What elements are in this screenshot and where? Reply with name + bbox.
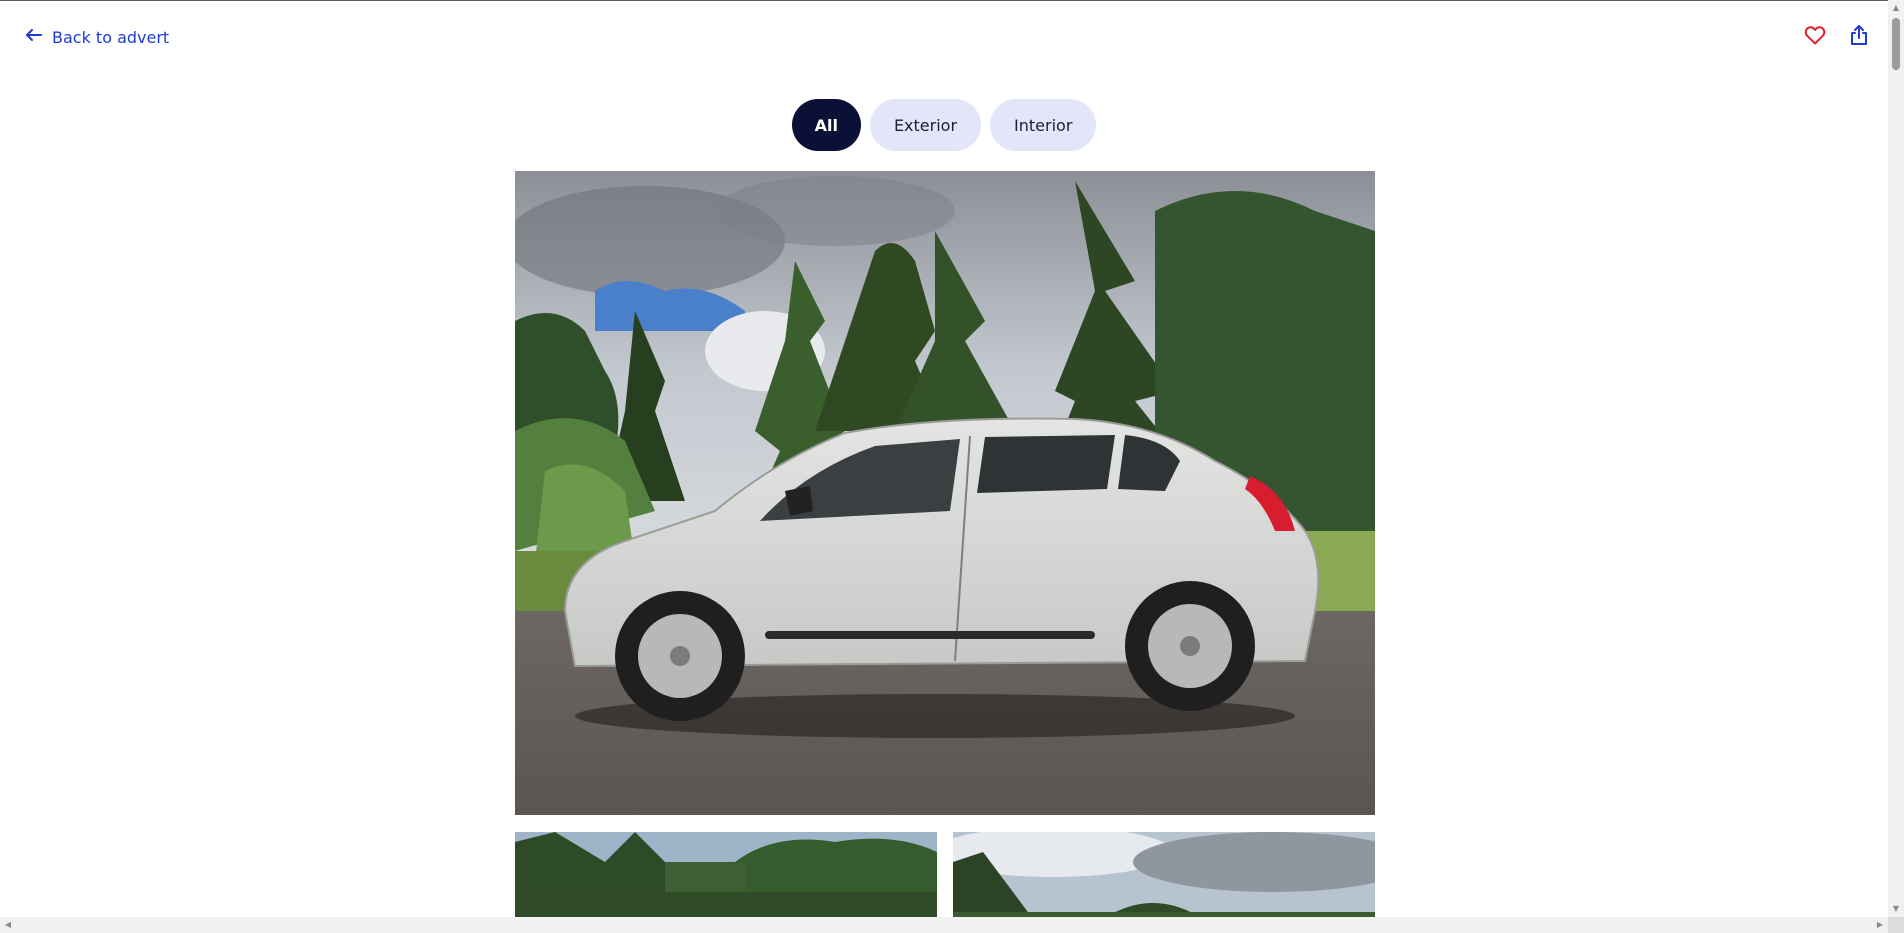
- photo-gallery-page: Back to advert All Exterior Interior ▲ ▼…: [0, 0, 1904, 933]
- main-car-photo[interactable]: [515, 171, 1375, 815]
- share-button[interactable]: [1846, 24, 1872, 50]
- thumbnail-photo-1[interactable]: [515, 832, 937, 919]
- tab-interior[interactable]: Interior: [990, 99, 1097, 151]
- header-actions: [1802, 24, 1872, 50]
- heart-icon: [1803, 23, 1827, 51]
- arrow-left-icon: [24, 25, 44, 49]
- horizontal-scrollbar[interactable]: ◀ ▶: [0, 917, 1888, 933]
- vertical-scrollbar[interactable]: ▲ ▼: [1888, 0, 1904, 933]
- photo-filter-tabs: All Exterior Interior: [0, 99, 1888, 151]
- window-top-border: [0, 0, 1904, 1]
- share-icon: [1847, 23, 1871, 51]
- scroll-up-icon[interactable]: ▲: [1888, 0, 1904, 16]
- back-to-advert-link[interactable]: Back to advert: [24, 25, 169, 49]
- tab-all[interactable]: All: [791, 99, 861, 151]
- back-to-advert-label: Back to advert: [52, 27, 170, 47]
- vertical-scroll-thumb[interactable]: [1892, 18, 1900, 70]
- scroll-left-icon[interactable]: ◀: [0, 917, 16, 933]
- thumbnail-photo-2[interactable]: [953, 832, 1375, 919]
- favourite-button[interactable]: [1802, 24, 1828, 50]
- scrollbar-corner: [1888, 917, 1904, 933]
- tab-exterior[interactable]: Exterior: [869, 99, 982, 151]
- scroll-right-icon[interactable]: ▶: [1872, 917, 1888, 933]
- scroll-down-icon[interactable]: ▼: [1888, 901, 1904, 917]
